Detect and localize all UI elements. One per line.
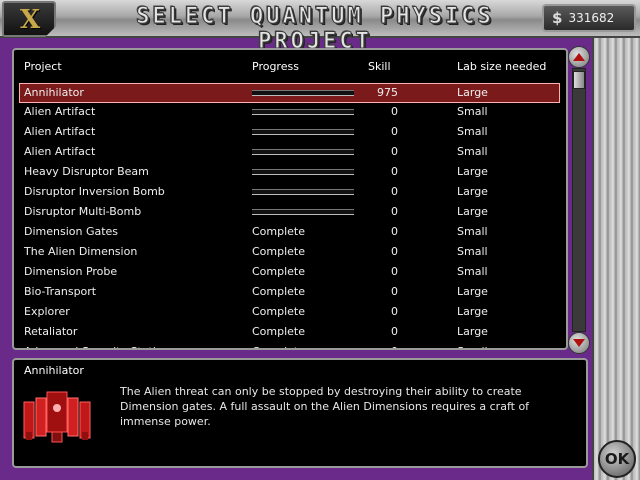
funds-display: $ 331682	[542, 4, 636, 32]
description-text: The Alien threat can only be stopped by …	[120, 385, 530, 428]
progress-status: Complete	[252, 285, 306, 298]
scrollbar-thumb[interactable]	[573, 71, 585, 89]
project-name: Dimension Probe	[24, 265, 118, 278]
project-name: The Alien Dimension	[24, 245, 138, 258]
table-row[interactable]: Bio-Transport Complete 0 Large	[14, 283, 566, 303]
progress-bar	[252, 149, 354, 155]
progress-status: Complete	[252, 265, 306, 278]
table-row[interactable]: Heavy Disruptor Beam 0 Large	[14, 163, 566, 183]
progress-bar	[252, 109, 354, 115]
logo-x: X	[20, 5, 41, 35]
header-lab-size: Lab size needed	[457, 60, 547, 73]
skill-value: 0	[391, 105, 398, 118]
table-row[interactable]: Alien Artifact 0 Small	[14, 123, 566, 143]
project-name: Disruptor Inversion Bomb	[24, 185, 165, 198]
progress-status: Complete	[252, 325, 306, 338]
lab-size-value: Large	[457, 86, 488, 99]
skill-value: 0	[354, 343, 398, 348]
progress-bar	[252, 129, 354, 135]
scrollbar-track[interactable]	[572, 68, 586, 332]
table-header: Project Progress Skill Lab size needed	[14, 60, 566, 78]
dollar-sign-icon: $	[552, 9, 563, 27]
lab-size-value: Small	[457, 343, 488, 348]
project-name: Alien Artifact	[24, 125, 96, 138]
project-name: Bio-Transport	[24, 285, 97, 298]
arrow-down-icon	[573, 339, 585, 347]
lab-size-value: Large	[457, 285, 488, 298]
lab-size-value: Large	[457, 205, 488, 218]
progress-bar	[252, 90, 354, 96]
scroll-up-button[interactable]	[568, 46, 590, 68]
page-title: SELECT QUANTUM PHYSICS PROJECT	[136, 4, 494, 55]
table-row[interactable]: Annihilator 975 Large	[19, 83, 560, 103]
annihilator-craft-icon	[23, 391, 91, 443]
scroll-down-button[interactable]	[568, 332, 590, 354]
lab-size-value: Large	[457, 305, 488, 318]
description-title: Annihilator	[24, 364, 84, 377]
skill-value: 0	[391, 165, 398, 178]
lab-size-value: Small	[457, 145, 488, 158]
lab-size-value: Small	[457, 245, 488, 258]
table-row[interactable]: Alien Artifact 0 Small	[14, 103, 566, 123]
lab-size-value: Large	[457, 185, 488, 198]
skill-value: 0	[391, 285, 398, 298]
table-row[interactable]: Advanced Security Station Complete 0 Small	[14, 343, 566, 348]
project-name: Dimension Gates	[24, 225, 119, 238]
progress-bar	[252, 189, 354, 195]
skill-value: 0	[391, 225, 398, 238]
funds-value: 331682	[568, 11, 615, 25]
arrow-up-icon	[573, 53, 585, 61]
skill-value: 0	[391, 325, 398, 338]
progress-bar	[252, 209, 354, 215]
progress-status: Complete	[252, 343, 305, 348]
table-row[interactable]: Dimension Gates Complete 0 Small	[14, 223, 566, 243]
project-name: Explorer	[24, 305, 70, 318]
table-row[interactable]: Disruptor Multi-Bomb 0 Large	[14, 203, 566, 223]
header-skill: Skill	[368, 60, 391, 73]
table-row[interactable]: Retaliator Complete 0 Large	[14, 323, 566, 343]
lab-size-value: Large	[457, 325, 488, 338]
skill-value: 0	[391, 125, 398, 138]
project-name: Alien Artifact	[24, 105, 96, 118]
table-row[interactable]: Alien Artifact 0 Small	[14, 143, 566, 163]
xcom-logo: X	[2, 1, 56, 37]
header-project: Project	[24, 60, 62, 73]
lab-size-value: Small	[457, 265, 488, 278]
project-name: Disruptor Multi-Bomb	[24, 205, 142, 218]
skill-value: 0	[391, 205, 398, 218]
lab-size-value: Small	[457, 225, 488, 238]
skill-value: 0	[391, 145, 398, 158]
progress-status: Complete	[252, 305, 306, 318]
project-name: Annihilator	[24, 86, 84, 99]
description-panel: Annihilator The Alien threat can only be…	[12, 358, 588, 468]
table-row[interactable]: Explorer Complete 0 Large	[14, 303, 566, 323]
right-metal-column	[592, 38, 640, 480]
project-name: Heavy Disruptor Beam	[24, 165, 149, 178]
table-row[interactable]: Dimension Probe Complete 0 Small	[14, 263, 566, 283]
table-row[interactable]: Disruptor Inversion Bomb 0 Large	[14, 183, 566, 203]
skill-value: 0	[391, 305, 398, 318]
header-progress: Progress	[252, 60, 299, 73]
progress-status: Complete	[252, 245, 306, 258]
project-name: Advanced Security Station	[24, 343, 170, 348]
lab-size-value: Small	[457, 125, 488, 138]
skill-value: 975	[377, 86, 398, 99]
skill-value: 0	[391, 245, 398, 258]
project-name: Retaliator	[24, 325, 78, 338]
project-list-panel: Project Progress Skill Lab size needed A…	[12, 48, 568, 350]
table-row[interactable]: The Alien Dimension Complete 0 Small	[14, 243, 566, 263]
lab-size-value: Small	[457, 105, 488, 118]
progress-status: Complete	[252, 225, 306, 238]
skill-value: 0	[391, 265, 398, 278]
header-bar: X SELECT QUANTUM PHYSICS PROJECT $ 33168…	[0, 0, 640, 55]
skill-value: 0	[391, 185, 398, 198]
lab-size-value: Large	[457, 165, 488, 178]
ok-button[interactable]: OK	[598, 440, 636, 478]
progress-bar	[252, 169, 354, 175]
project-rows: Annihilator 975 Large Alien Artifact 0 Small A…	[14, 83, 566, 348]
project-name: Alien Artifact	[24, 145, 96, 158]
